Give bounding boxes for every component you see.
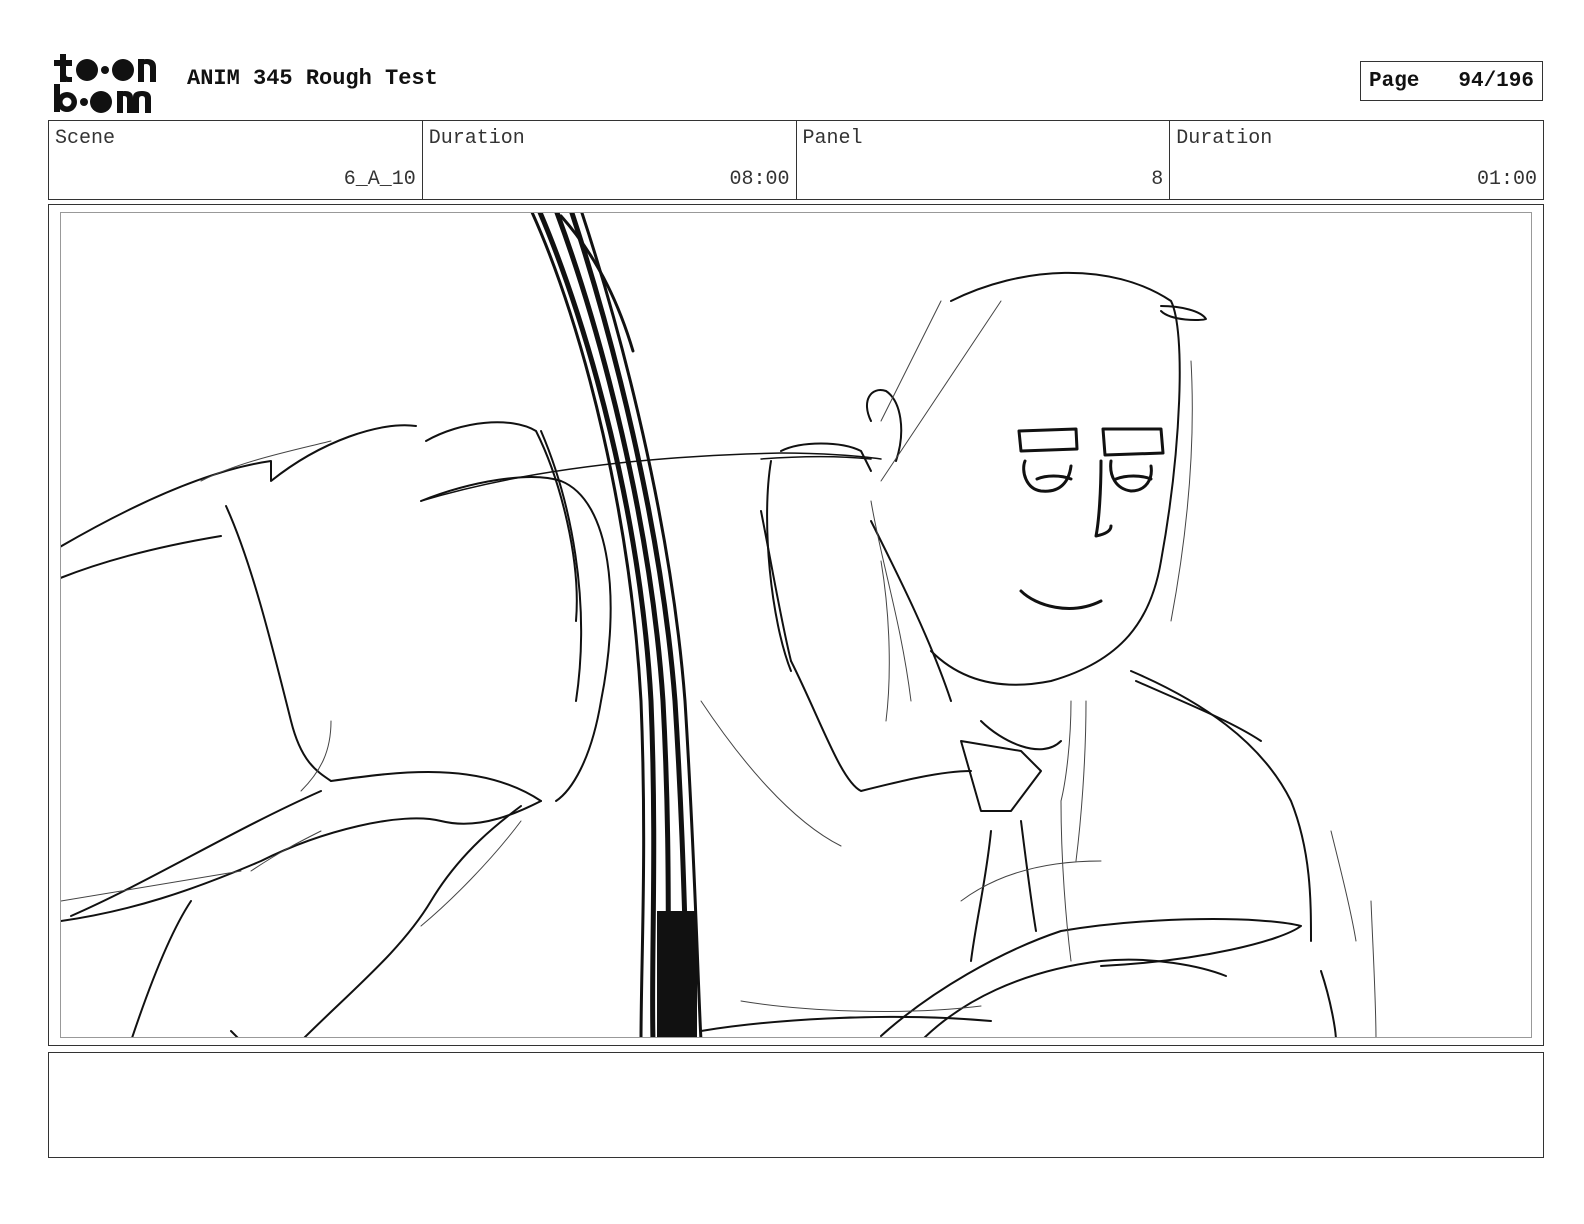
panel-duration-value: 01:00 — [1476, 168, 1537, 191]
page-indicator: Page 94/196 — [1360, 61, 1543, 101]
notes-box — [48, 1052, 1544, 1158]
panel-duration-label: Duration — [1176, 127, 1273, 150]
panel-value: 8 — [1151, 168, 1164, 191]
scene-duration-label: Duration — [428, 127, 525, 150]
toon-boom-logo — [54, 54, 156, 113]
panel-drawing-area — [60, 212, 1532, 1038]
scene-info-bar: Scene 6_A_10 Duration 08:00 Panel 8 Dura… — [48, 120, 1544, 200]
project-title: ANIM 345 Rough Test — [187, 66, 438, 91]
scene-duration-value: 08:00 — [729, 168, 790, 191]
scene-cell: Scene 6_A_10 — [49, 121, 423, 199]
rough-sketch-drawing — [61, 213, 1377, 1037]
page-label: Page — [1369, 69, 1420, 93]
page-value: 94/196 — [1458, 69, 1534, 93]
scene-value: 6_A_10 — [343, 168, 416, 191]
scene-label: Scene — [55, 127, 116, 150]
panel-label: Panel — [802, 127, 863, 150]
panel-cell: Panel 8 — [797, 121, 1171, 199]
scene-duration-cell: Duration 08:00 — [423, 121, 797, 199]
panel-duration-cell: Duration 01:00 — [1170, 121, 1543, 199]
